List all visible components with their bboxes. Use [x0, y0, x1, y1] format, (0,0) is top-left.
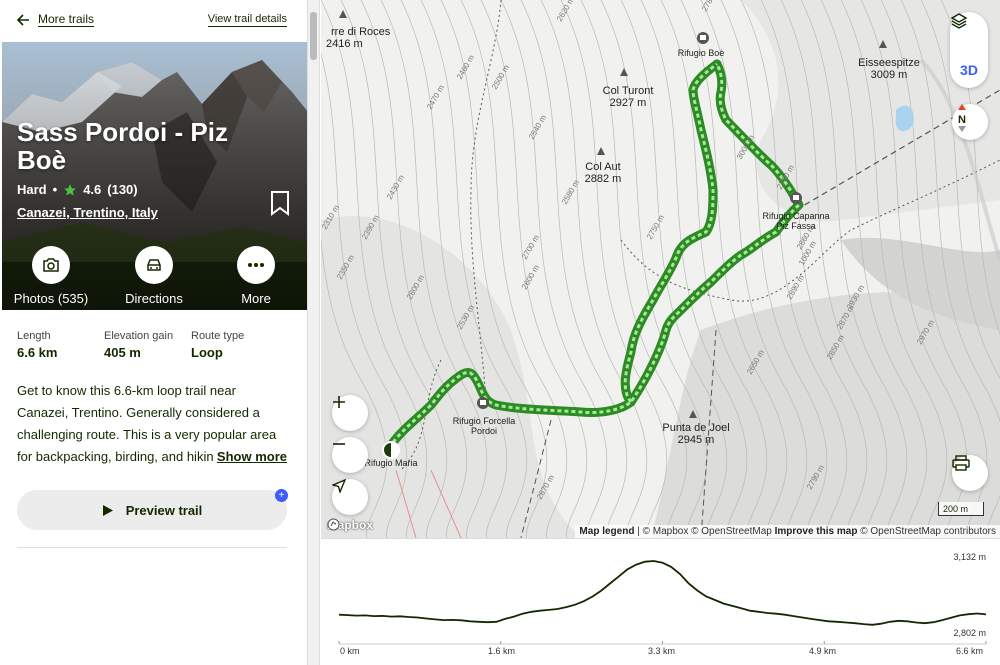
arrow-left-icon [16, 13, 29, 26]
elevation-max-label: 3,132 m [953, 552, 986, 562]
map-controls-stack: 3D [950, 12, 988, 88]
topo-map-canvas: Rifugio Boè Rifugio Capanna Piz Fassa Ri… [321, 0, 1000, 538]
stat-value: Loop [191, 345, 223, 360]
mapbox-logo-icon [327, 518, 340, 531]
zoom-out-button[interactable] [332, 437, 368, 473]
directions-label: Directions [125, 291, 183, 306]
navigation-arrow-icon [332, 479, 346, 493]
peak-label: 2927 m [610, 97, 647, 109]
place-label-hut: Pordoi [471, 426, 497, 436]
peak-label: Punta de Joel [662, 422, 729, 434]
more-label: More [241, 291, 271, 306]
trail-hero-photo: Sass Pordoi - Piz Boè Hard • 4.6 (130) C… [2, 42, 307, 310]
map-legend-link[interactable]: Map legend [579, 526, 634, 537]
more-trails-label: More trails [38, 12, 95, 27]
elevation-profile[interactable]: 3,132 m 2,802 m 0 km 1.6 km 3.3 km 4.9 k… [321, 538, 1000, 665]
layers-icon [950, 13, 968, 29]
place-label-hut: Rifugio Boè [678, 48, 725, 58]
minus-icon [333, 443, 345, 445]
trail-meta: Hard • 4.6 (130) [17, 182, 138, 197]
svg-text:N: N [958, 114, 966, 126]
car-icon [147, 259, 161, 271]
peak-label: 3009 m [871, 69, 908, 81]
plus-icon [333, 396, 345, 408]
meta-separator: • [52, 182, 58, 197]
stat-route-type: Route type Loop [191, 330, 278, 360]
locate-me-button[interactable] [332, 479, 368, 515]
improve-map-link[interactable]: Improve this map [775, 526, 858, 537]
view-trail-details-link[interactable]: View trail details [207, 13, 287, 27]
difficulty-label: Hard [17, 182, 47, 197]
peak-label: rre di Roces [331, 26, 391, 38]
directions-button-circle [135, 246, 173, 284]
stat-length: Length 6.6 km [17, 330, 104, 360]
peak-label: 2882 m [585, 173, 622, 185]
trail-map[interactable]: Rifugio Boè Rifugio Capanna Piz Fassa Ri… [321, 0, 1000, 538]
osm-contributors-text: © OpenStreetMap contributors [860, 526, 996, 537]
show-more-link[interactable]: Show more [212, 446, 287, 468]
peak-label: Col Turont [603, 85, 654, 97]
preview-trail-label: Preview trail [125, 502, 203, 518]
elevation-x-label: 3.3 km [648, 646, 676, 656]
trail-description: Get to know this 6.6-km loop trail near … [0, 360, 307, 472]
place-label-hut: Rifugio Capanna [762, 211, 829, 221]
stat-label: Route type [191, 330, 245, 342]
elevation-x-label: 4.9 km [809, 646, 837, 656]
stat-label: Elevation gain [104, 330, 174, 342]
zoom-in-button[interactable] [332, 395, 368, 431]
trail-panel: More trails View trail details Sass Pord… [0, 0, 308, 665]
rating-value: 4.6 [83, 182, 102, 197]
elevation-x-label: 6.6 km [956, 646, 984, 656]
mapbox-logo: mapbox [327, 518, 373, 532]
directions-button[interactable]: Directions [109, 246, 199, 306]
peak-label: 2416 m [326, 38, 363, 50]
elevation-x-label: 0 km [340, 646, 360, 656]
more-dots-icon [248, 263, 264, 267]
trail-stats: Length 6.6 km Elevation gain 405 m Route… [0, 310, 307, 360]
stat-label: Length [17, 330, 51, 342]
panel-topbar: More trails View trail details [0, 0, 307, 42]
preview-trail-button[interactable]: Preview trail [17, 490, 287, 530]
place-label-start: Rifugio Maria [364, 458, 417, 468]
elevation-line [338, 560, 987, 626]
stat-value: 405 m [104, 345, 141, 360]
elevation-x-label: 1.6 km [488, 646, 516, 656]
app-window: More trails View trail details Sass Pord… [0, 0, 1000, 665]
layers-button[interactable] [950, 12, 988, 50]
trail-title: Sass Pordoi - Piz Boè [17, 117, 228, 175]
review-count: (130) [107, 182, 138, 197]
scrollbar-thumb[interactable] [310, 12, 317, 60]
map-scale-bar: 200 m [938, 502, 984, 516]
panel-divider [17, 547, 287, 548]
photos-button[interactable]: Photos (535) [6, 246, 96, 306]
photos-label: Photos (535) [13, 291, 89, 306]
place-label-hut: Rifugio Forcella [453, 416, 516, 426]
star-icon [64, 183, 77, 196]
trail-location-link[interactable]: Canazei, Trentino, Italy [17, 205, 158, 220]
3d-toggle-button[interactable]: 3D [950, 52, 988, 88]
compass-button[interactable]: N [952, 104, 988, 140]
attribution-text: | © Mapbox © OpenStreetMap [637, 526, 772, 537]
printer-icon [952, 455, 970, 471]
play-icon [102, 504, 113, 516]
photos-button-circle [32, 246, 70, 284]
bookmark-button[interactable] [270, 190, 290, 221]
plus-badge: + [275, 489, 288, 502]
peak-label: 2945 m [678, 434, 715, 446]
compass-icon: N [958, 104, 966, 132]
peak-label: Eisseespitze [858, 57, 920, 69]
map-attribution: Map legend | © Mapbox © OpenStreetMap Im… [575, 525, 1000, 538]
peak-label: Col Aut [585, 161, 620, 173]
panel-scrollbar[interactable] [308, 0, 320, 665]
more-button-circle [237, 246, 275, 284]
stat-value: 6.6 km [17, 345, 58, 360]
elevation-min-label: 2,802 m [953, 628, 986, 638]
more-button[interactable]: More [211, 246, 301, 306]
bookmark-icon [271, 191, 289, 216]
print-button[interactable] [952, 455, 988, 491]
camera-icon [43, 258, 59, 272]
stat-elevation-gain: Elevation gain 405 m [104, 330, 191, 360]
more-trails-link[interactable]: More trails [16, 12, 95, 27]
